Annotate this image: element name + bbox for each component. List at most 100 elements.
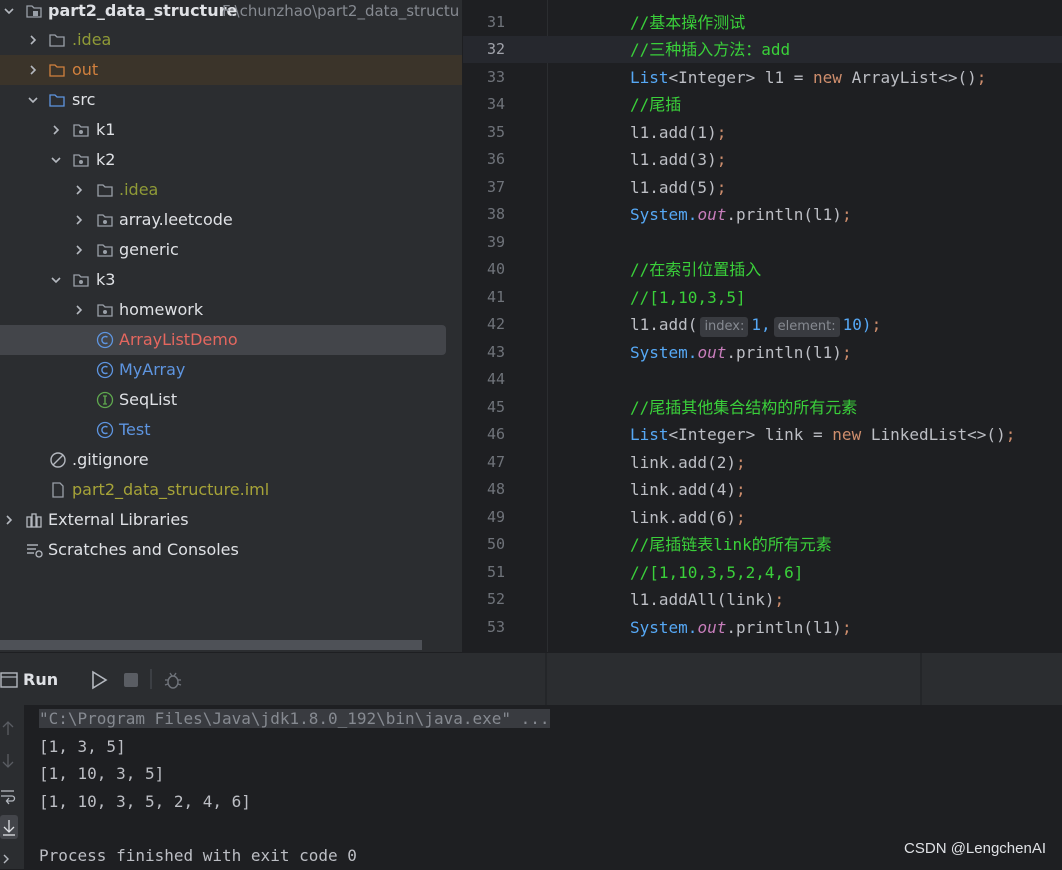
tree-item-label: SeqList <box>119 390 178 409</box>
stop-icon[interactable] <box>123 672 139 692</box>
code-field: out <box>697 343 727 362</box>
debug-icon[interactable] <box>163 670 183 694</box>
chevron-right-icon[interactable] <box>74 245 84 255</box>
chevron-right-icon[interactable] <box>0 851 12 870</box>
code-call: l1.add( <box>630 315 698 334</box>
tree-item-test[interactable]: Test <box>0 415 462 445</box>
tree-item-generic[interactable]: generic <box>0 235 462 265</box>
code-comment: //[1,10,3,5,2,4,6] <box>630 563 804 582</box>
tree-item-external-libraries[interactable]: External Libraries <box>0 505 462 535</box>
chevron-right-icon[interactable] <box>28 65 38 75</box>
tree-item-arraylistdemo[interactable]: ArrayListDemo <box>0 325 446 355</box>
tree-item-out[interactable]: out <box>0 55 462 85</box>
tree-item-label: part2_data_structure.iml <box>72 480 270 499</box>
code-semicolon: ; <box>841 205 852 224</box>
code-line: 51 //[1,10,3,5,2,4,6] <box>463 559 1062 586</box>
code-line: 41 //[1,10,3,5] <box>463 284 1062 311</box>
project-tree: part2_data_structure F:\chunzhao\part2_d… <box>0 0 462 652</box>
code-comment: //[1,10,3,5] <box>630 288 746 307</box>
scroll-to-end-icon[interactable] <box>0 815 18 839</box>
tree-item-gitignore[interactable]: .gitignore <box>0 445 462 475</box>
run-panel-title[interactable]: Run <box>23 670 58 689</box>
tree-item-k1[interactable]: k1 <box>0 115 462 145</box>
run-icon[interactable] <box>89 670 109 694</box>
code-type: List <box>630 68 669 87</box>
chevron-right-icon[interactable] <box>74 305 84 315</box>
line-number: 34 <box>486 95 505 113</box>
console-output[interactable]: "C:\Program Files\Java\jdk1.8.0_192\bin\… <box>0 705 1062 869</box>
chevron-down-icon[interactable] <box>51 275 61 285</box>
line-number: 39 <box>486 233 505 251</box>
console-line: [1, 3, 5] <box>39 737 126 756</box>
chevron-down-icon[interactable] <box>28 95 38 105</box>
line-number: 44 <box>486 370 505 388</box>
tree-item-src[interactable]: src <box>0 85 462 115</box>
code-comment: //尾插 <box>630 95 682 114</box>
code-call: link.add(2) <box>630 453 736 472</box>
tree-item-scratches[interactable]: Scratches and Consoles <box>0 535 462 565</box>
tree-item-k2-idea[interactable]: .idea <box>0 175 462 205</box>
class-icon <box>96 331 114 349</box>
line-number: 45 <box>486 398 505 416</box>
code-var: l1 = <box>755 68 814 87</box>
code-semicolon: ; <box>871 315 882 334</box>
chevron-right-icon[interactable] <box>74 215 84 225</box>
code-line: 31 //基本操作测试 <box>463 9 1062 36</box>
console-line: [1, 10, 3, 5] <box>39 764 165 783</box>
code-line: 52 l1.addAll(link); <box>463 586 1062 613</box>
tree-item-iml[interactable]: part2_data_structure.iml <box>0 475 462 505</box>
chevron-right-icon[interactable] <box>51 125 61 135</box>
code-call: l1.add(3) <box>630 150 717 169</box>
chevron-right-icon[interactable] <box>4 515 14 525</box>
code-comment: //尾插链表link的所有元素 <box>630 535 832 554</box>
code-line: 44 <box>463 366 1062 393</box>
tree-item-label: generic <box>119 240 179 259</box>
tree-item-seqlist[interactable]: SeqList <box>0 385 462 415</box>
code-line: 49 link.add(6); <box>463 504 1062 531</box>
code-keyword: new <box>832 425 862 444</box>
tree-item-label: ArrayListDemo <box>119 330 238 349</box>
tree-item-root[interactable]: part2_data_structure F:\chunzhao\part2_d… <box>0 0 462 26</box>
code-editor[interactable]: 31 //基本操作测试 32 //三种插入方法：add 33 List<Inte… <box>463 0 1062 652</box>
tree-item-label: array.leetcode <box>119 210 233 229</box>
separator <box>150 669 152 693</box>
tree-item-array-leetcode[interactable]: array.leetcode <box>0 205 462 235</box>
code-line: 50 //尾插链表link的所有元素 <box>463 531 1062 558</box>
code-line: 45 //尾插其他集合结构的所有元素 <box>463 394 1062 421</box>
tree-item-idea[interactable]: .idea <box>0 25 462 55</box>
line-number: 53 <box>486 618 505 636</box>
line-number: 37 <box>486 178 505 196</box>
soft-wrap-icon[interactable] <box>0 787 16 809</box>
chevron-down-icon[interactable] <box>4 6 14 16</box>
arrow-down-icon[interactable] <box>0 752 16 774</box>
code-text: l1.add(index: 1, element: 10); <box>630 311 881 338</box>
code-rest: .println(l1) <box>726 205 842 224</box>
code-line: 46 List<Integer> link = new LinkedList<>… <box>463 421 1062 448</box>
panel-divider <box>545 653 547 710</box>
code-line: 33 List<Integer> l1 = new ArrayList<>(); <box>463 64 1062 91</box>
code-semicolon: ; <box>716 178 727 197</box>
package-icon <box>72 271 90 289</box>
tree-item-k2[interactable]: k2 <box>0 145 462 175</box>
code-generic: <Integer> <box>668 425 756 444</box>
horizontal-scrollbar[interactable] <box>0 640 422 650</box>
parameter-hint: index: <box>700 317 749 337</box>
code-rest: .println(l1) <box>726 618 842 637</box>
excluded-folder-icon <box>48 61 66 79</box>
line-number: 50 <box>486 535 505 553</box>
code-semicolon: ; <box>976 68 987 87</box>
tree-item-myarray[interactable]: MyArray <box>0 355 462 385</box>
arrow-up-icon[interactable] <box>0 719 16 741</box>
code-text: link.add(4); <box>630 476 746 503</box>
tree-item-homework[interactable]: homework <box>0 295 462 325</box>
console-toolbar <box>0 705 24 869</box>
source-folder-icon <box>48 91 66 109</box>
tree-item-k3[interactable]: k3 <box>0 265 462 295</box>
file-icon <box>49 481 67 499</box>
code-rest: .println(l1) <box>726 343 842 362</box>
chevron-down-icon[interactable] <box>51 155 61 165</box>
code-generic: <Integer> <box>668 68 756 87</box>
package-icon <box>96 301 114 319</box>
chevron-right-icon[interactable] <box>74 185 84 195</box>
chevron-right-icon[interactable] <box>28 35 38 45</box>
